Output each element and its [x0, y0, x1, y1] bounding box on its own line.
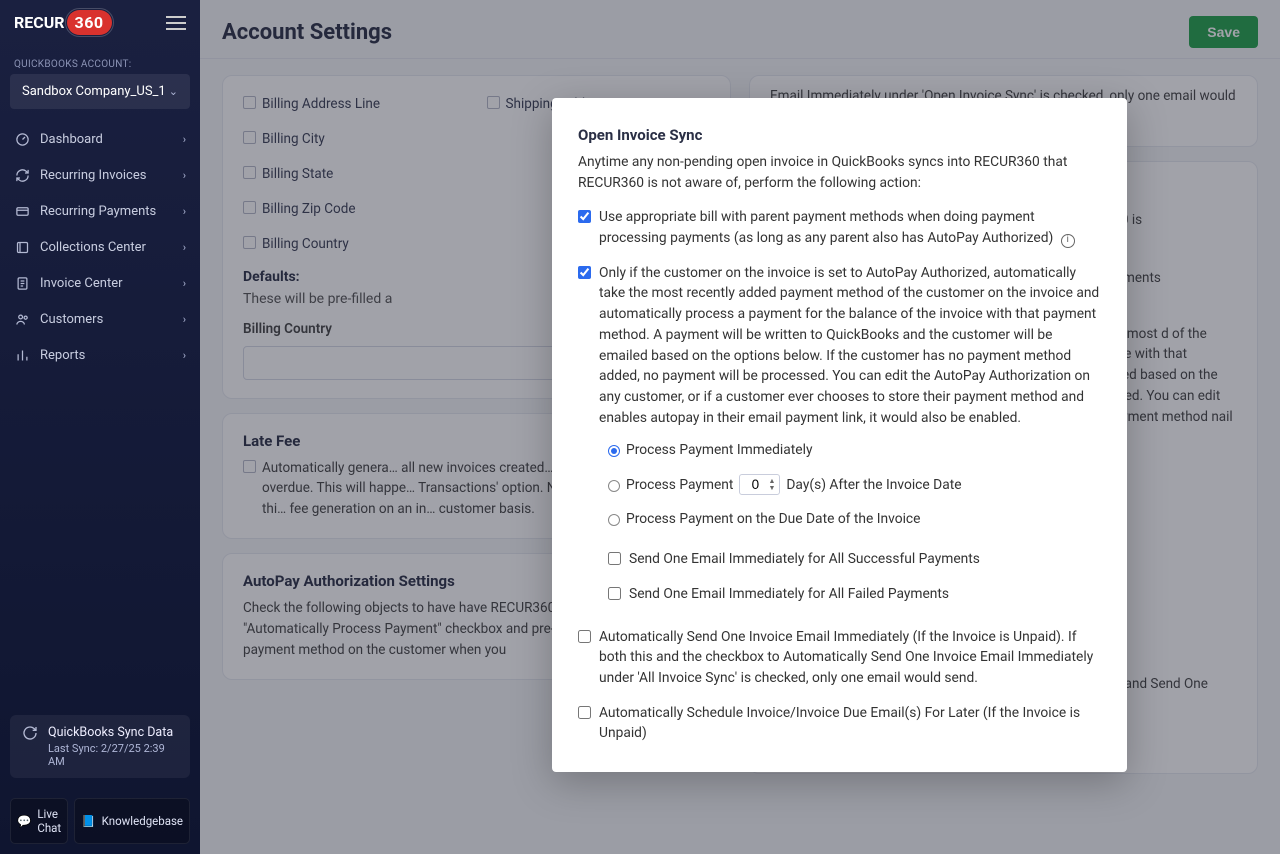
knowledgebase-label: Knowledgebase	[102, 814, 183, 828]
nav-label: Invoice Center	[40, 276, 123, 291]
modal-opt1-text: Use appropriate bill with parent payment…	[599, 209, 1053, 246]
modal-opt-autopay-checkbox[interactable]	[578, 266, 591, 279]
quickbooks-sync-box[interactable]: QuickBooks Sync Data Last Sync: 2/27/25 …	[10, 715, 190, 778]
modal-r3-label: Process Payment on the Due Date of the I…	[626, 511, 920, 527]
bars-icon	[14, 347, 30, 363]
nav-label: Customers	[40, 312, 103, 327]
modal-c3-text: Automatically Send One Invoice Email Imm…	[599, 627, 1101, 689]
chevron-right-icon: ›	[183, 241, 186, 254]
radio-icon[interactable]	[608, 480, 620, 492]
card-icon	[14, 203, 30, 219]
book-icon: 📘	[81, 814, 95, 828]
modal-opt2-text: Only if the customer on the invoice is s…	[599, 263, 1101, 429]
live-chat-label: Live Chat	[37, 807, 61, 835]
chevron-right-icon: ›	[183, 349, 186, 362]
radio-icon[interactable]	[608, 514, 620, 526]
sidebar-item-recurring-payments[interactable]: Recurring Payments ›	[0, 193, 200, 229]
modal-chk-auto-invoice-email[interactable]: Automatically Send One Invoice Email Imm…	[578, 627, 1101, 689]
gauge-icon	[14, 131, 30, 147]
sidebar-item-dashboard[interactable]: Dashboard ›	[0, 121, 200, 157]
sidebar: RECUR 360 QUICKBOOKS ACCOUNT: Sandbox Co…	[0, 0, 200, 854]
modal-radio-immediately[interactable]: Process Payment Immediately	[578, 442, 1101, 458]
modal-c4-text: Automatically Schedule Invoice/Invoice D…	[599, 703, 1101, 744]
modal-chk-schedule-later[interactable]: Automatically Schedule Invoice/Invoice D…	[578, 703, 1101, 744]
info-icon[interactable]: i	[1061, 234, 1075, 248]
sidebar-item-recurring-invoices[interactable]: Recurring Invoices ›	[0, 157, 200, 193]
modal-radio-days-after[interactable]: Process Payment ▲▼ Day(s) After the Invo…	[578, 474, 1101, 495]
chevron-right-icon: ›	[183, 205, 186, 218]
days-after-input[interactable]	[744, 477, 766, 492]
nav-label: Reports	[40, 348, 85, 363]
modal-r1-label: Process Payment Immediately	[626, 442, 812, 458]
company-selector[interactable]: Sandbox Company_US_1 ⌄	[10, 74, 190, 109]
nav-label: Recurring Payments	[40, 204, 156, 219]
menu-toggle-icon[interactable]	[166, 12, 186, 34]
modal-chk-success-email[interactable]: Send One Email Immediately for All Succe…	[578, 549, 1101, 570]
chevron-right-icon: ›	[183, 313, 186, 326]
modal-c2-text: Send One Email Immediately for All Faile…	[629, 584, 949, 605]
sync-icon	[22, 725, 38, 741]
nav-label: Collections Center	[40, 240, 146, 255]
chat-icon: 💬	[17, 814, 31, 828]
chevron-down-icon: ⌄	[169, 85, 178, 98]
chevron-right-icon: ›	[183, 133, 186, 146]
primary-nav: Dashboard›Recurring Invoices›Recurring P…	[0, 121, 200, 705]
spinner-buttons[interactable]: ▲▼	[768, 478, 775, 492]
qb-account-label: QUICKBOOKS ACCOUNT:	[0, 45, 200, 74]
nav-label: Recurring Invoices	[40, 168, 146, 183]
nav-label: Dashboard	[40, 132, 103, 147]
modal-opt-autopay-authorized[interactable]: Only if the customer on the invoice is s…	[578, 263, 1101, 429]
logo: RECUR 360	[14, 10, 112, 35]
people-icon	[14, 311, 30, 327]
open-invoice-sync-modal: Open Invoice Sync Anytime any non-pendin…	[552, 98, 1127, 772]
modal-radio-due-date[interactable]: Process Payment on the Due Date of the I…	[578, 511, 1101, 527]
modal-c1-text: Send One Email Immediately for All Succe…	[629, 549, 980, 570]
modal-r2a-label: Process Payment	[626, 477, 733, 493]
sidebar-item-customers[interactable]: Customers ›	[0, 301, 200, 337]
chevron-right-icon: ›	[183, 277, 186, 290]
radio-icon[interactable]	[608, 445, 620, 457]
sidebar-item-reports[interactable]: Reports ›	[0, 337, 200, 373]
days-after-spinner[interactable]: ▲▼	[739, 474, 780, 495]
sidebar-item-invoice-center[interactable]: Invoice Center ›	[0, 265, 200, 301]
logo-text-left: RECUR	[14, 13, 65, 32]
modal-intro: Anytime any non-pending open invoice in …	[578, 152, 1101, 193]
modal-title: Open Invoice Sync	[578, 126, 1101, 144]
knowledgebase-button[interactable]: 📘 Knowledgebase	[74, 798, 190, 844]
logo-badge: 360	[67, 10, 112, 35]
modal-chk-failed-email-checkbox[interactable]	[608, 587, 621, 600]
modal-opt-bill-parent-checkbox[interactable]	[578, 210, 591, 223]
modal-chk-failed-email[interactable]: Send One Email Immediately for All Faile…	[578, 584, 1101, 605]
doc-icon	[14, 275, 30, 291]
modal-r2b-label: Day(s) After the Invoice Date	[786, 477, 961, 493]
modal-chk-success-email-checkbox[interactable]	[608, 552, 621, 565]
modal-opt-bill-parent[interactable]: Use appropriate bill with parent payment…	[578, 207, 1101, 248]
modal-chk-auto-invoice-email-checkbox[interactable]	[578, 630, 591, 643]
sync-title: QuickBooks Sync Data	[48, 725, 178, 740]
modal-chk-schedule-later-checkbox[interactable]	[578, 706, 591, 719]
refresh-icon	[14, 167, 30, 183]
sidebar-item-collections-center[interactable]: Collections Center ›	[0, 229, 200, 265]
live-chat-button[interactable]: 💬 Live Chat	[10, 798, 68, 844]
main-content: Account Settings Save Billing Address Li…	[200, 0, 1280, 854]
sync-last: Last Sync: 2/27/25 2:39 AM	[48, 742, 178, 768]
company-selected: Sandbox Company_US_1	[22, 84, 166, 99]
folder-icon	[14, 239, 30, 255]
chevron-right-icon: ›	[183, 169, 186, 182]
